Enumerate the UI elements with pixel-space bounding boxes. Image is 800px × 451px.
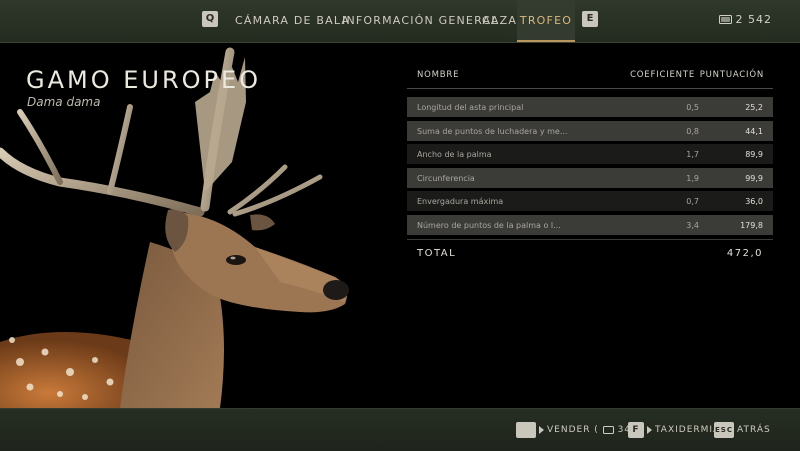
trophy-score-table: NOMBRE COEFICIENTE PUNTUACIÓN Longitud d… bbox=[407, 68, 773, 268]
animal-name: GAMO EUROPEO bbox=[26, 66, 262, 94]
sell-button[interactable]: VENDER ( 341) bbox=[516, 421, 642, 439]
esc-key: ESC bbox=[714, 421, 734, 438]
row-coefficient: 0,5 bbox=[686, 103, 699, 112]
row-coefficient: 0,7 bbox=[686, 197, 699, 206]
animal-latin-name: Dama dama bbox=[27, 95, 101, 109]
table-row: Longitud del asta principal 0,5 25,2 bbox=[407, 97, 773, 117]
row-score: 179,8 bbox=[740, 220, 763, 230]
row-name: Suma de puntos de luchadera y me... bbox=[417, 126, 568, 136]
table-row: Circunferencia 1,9 99,9 bbox=[407, 167, 773, 188]
arrow-icon bbox=[539, 425, 544, 434]
taxidermy-label: TAXIDERMIA bbox=[655, 425, 721, 435]
row-name: Envergadura máxima bbox=[417, 197, 504, 206]
tab-general-info[interactable]: INFORMACIÓN GENERAL bbox=[342, 0, 499, 42]
row-score: 99,9 bbox=[745, 173, 763, 183]
total-row: TOTAL 472,0 bbox=[407, 238, 773, 268]
row-name: Circunferencia bbox=[417, 173, 475, 183]
table-row: Envergadura máxima 0,7 36,0 bbox=[407, 191, 773, 211]
tab-bullet-camera[interactable]: CÁMARA DE BALA bbox=[235, 0, 350, 42]
back-label: ATRÁS bbox=[737, 425, 771, 435]
arrow-icon bbox=[647, 425, 652, 434]
top-nav-bar: Q CÁMARA DE BALA INFORMACIÓN GENERAL CAZ… bbox=[0, 0, 800, 43]
row-score: 44,1 bbox=[745, 126, 763, 136]
currency-display: 2 542 bbox=[718, 13, 773, 27]
table-row: Número de puntos de la palma o l... 3,4 … bbox=[407, 214, 773, 235]
bottom-action-bar: VENDER ( 341) F TAXIDERMIA ESCATRÁS bbox=[0, 408, 800, 451]
table-row: Suma de puntos de luchadera y me... 0,8 … bbox=[407, 120, 773, 141]
currency-value: 2 542 bbox=[735, 13, 772, 26]
tab-hunt[interactable]: CAZA bbox=[482, 0, 517, 42]
row-coefficient: 1,7 bbox=[686, 150, 699, 159]
row-name: Número de puntos de la palma o l... bbox=[417, 220, 561, 230]
total-value: 472,0 bbox=[726, 247, 763, 259]
header-name: NOMBRE bbox=[417, 70, 460, 80]
row-coefficient: 1,9 bbox=[686, 173, 699, 183]
money-icon bbox=[602, 425, 618, 435]
taxidermy-key: F bbox=[628, 421, 644, 438]
header-score: PUNTUACIÓN bbox=[699, 70, 764, 80]
prev-tab-key[interactable]: Q bbox=[202, 11, 218, 27]
money-icon bbox=[718, 14, 732, 27]
next-tab-key[interactable]: E bbox=[582, 11, 598, 27]
row-name: Ancho de la palma bbox=[417, 150, 492, 159]
header-coefficient: COEFICIENTE bbox=[630, 70, 695, 80]
taxidermy-button[interactable]: F TAXIDERMIA bbox=[628, 421, 720, 439]
tab-trophy[interactable]: TROFEO bbox=[517, 0, 575, 42]
row-coefficient: 3,4 bbox=[686, 220, 699, 230]
row-score: 25,2 bbox=[745, 103, 763, 112]
back-button[interactable]: ESC ATRÁS bbox=[714, 421, 771, 439]
spacebar-key-icon bbox=[516, 421, 536, 438]
row-name: Longitud del asta principal bbox=[417, 103, 524, 112]
sell-label: VENDER ( bbox=[547, 425, 599, 435]
table-row: Ancho de la palma 1,7 89,9 bbox=[407, 144, 773, 164]
table-header: NOMBRE COEFICIENTE PUNTUACIÓN bbox=[407, 68, 773, 89]
row-coefficient: 0,8 bbox=[686, 126, 699, 136]
total-label: TOTAL bbox=[417, 247, 457, 259]
row-score: 89,9 bbox=[745, 150, 763, 159]
row-score: 36,0 bbox=[745, 197, 763, 206]
